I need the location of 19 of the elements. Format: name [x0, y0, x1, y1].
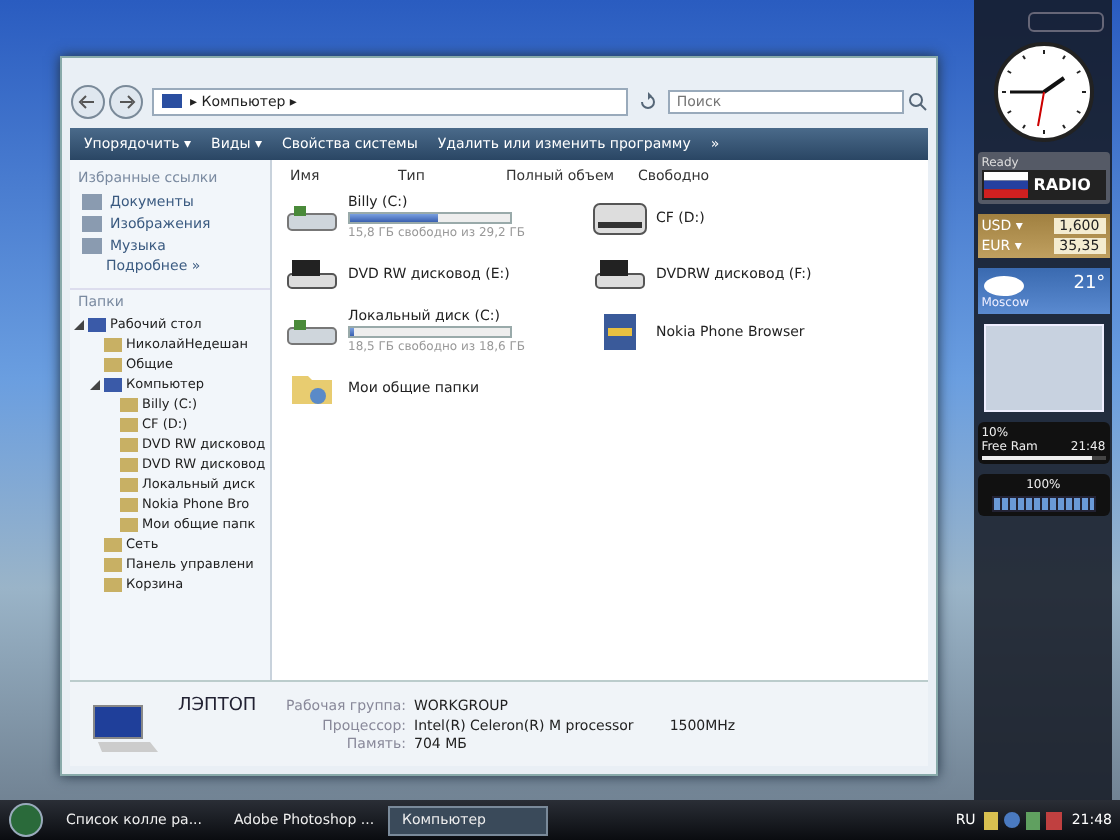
search-icon: [908, 92, 929, 112]
back-icon[interactable]: [70, 84, 106, 120]
dvd-drive-icon: [592, 254, 648, 294]
cloud-icon: [981, 272, 1026, 296]
forward-icon[interactable]: [108, 84, 144, 120]
slideshow-picture: [983, 324, 1104, 412]
computer-name: ЛЭПТОП: [178, 696, 258, 716]
refresh-icon[interactable]: [636, 90, 661, 114]
dvd-drive-icon: [284, 254, 340, 294]
tray-icons[interactable]: [983, 808, 1064, 832]
gadget-controls[interactable]: [1028, 12, 1104, 32]
collapse-icon[interactable]: [74, 319, 84, 329]
temperature: 21°: [1073, 274, 1106, 294]
clock-drawing: [993, 42, 1094, 142]
collapse-icon[interactable]: [90, 379, 100, 389]
start-orb-icon[interactable]: [8, 802, 44, 838]
radio-logo: RADIO: [1033, 176, 1091, 194]
drive-icon: [592, 197, 648, 237]
flag-icon: [983, 172, 1028, 198]
